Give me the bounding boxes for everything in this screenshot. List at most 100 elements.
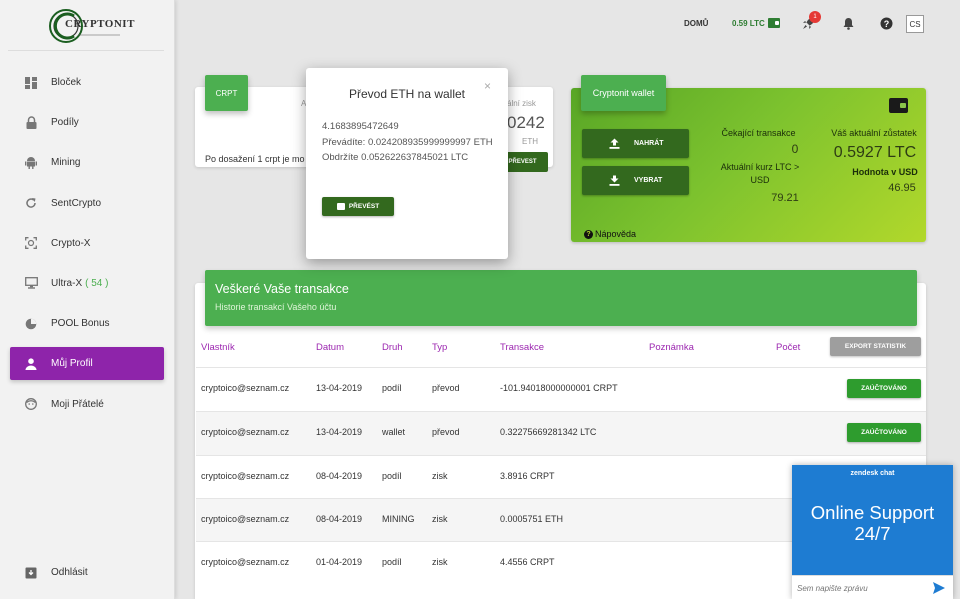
row-type: převod <box>432 427 460 437</box>
android-icon <box>24 156 38 170</box>
chat-title: Online Support 24/7 <box>810 502 935 544</box>
chat-input-bar <box>792 575 953 599</box>
withdraw-label: VYBRAT <box>634 177 663 184</box>
pie-chart-icon <box>24 317 38 331</box>
notification-count-badge: 1 <box>809 11 821 23</box>
sidebar-item-label: Mining <box>51 157 81 169</box>
convert-eth-modal: Převod ETH na wallet × 4.1683895472649 P… <box>306 68 508 259</box>
column-header-date: Datum <box>316 342 344 353</box>
column-header-kind: Druh <box>382 342 403 353</box>
sidebar-item-sentcrypto[interactable]: SentCrypto <box>10 187 164 220</box>
cryptonit-logo[interactable]: CRYPTONIT <box>48 6 134 46</box>
wallet-icon <box>889 98 908 113</box>
sidebar-item-pool-bonus[interactable]: POOL Bonus <box>10 307 164 340</box>
row-kind: MINING <box>382 514 415 524</box>
row-status-button[interactable]: ZAÚČTOVÁNO <box>847 423 921 442</box>
monitor-icon <box>24 276 38 290</box>
language-selector[interactable]: CS <box>906 15 924 33</box>
usd-value-label: Hodnota v USD <box>852 167 918 177</box>
row-type: zisk <box>432 514 448 524</box>
row-status-button[interactable]: ZAÚČTOVÁNO <box>847 379 921 398</box>
row-date: 01-04-2019 <box>316 557 363 567</box>
sidebar-item-label: Crypto-X <box>51 237 91 249</box>
download-icon <box>608 175 620 186</box>
column-header-owner: Vlastník <box>201 342 235 353</box>
sidebar-item-label: POOL Bonus <box>51 318 110 330</box>
sidebar-item-blocek[interactable]: Bloček <box>10 66 164 99</box>
modal-amount: 4.1683895472649 <box>322 121 399 132</box>
current-balance-value: 0.5927 LTC <box>833 144 917 161</box>
sidebar-item-podily[interactable]: Podíly <box>10 106 164 139</box>
row-amount: 4.4556 CRPT <box>500 557 555 567</box>
withdraw-button[interactable]: VYBRAT <box>582 166 689 195</box>
close-icon[interactable]: × <box>484 79 491 93</box>
row-kind: podíl <box>382 383 402 393</box>
current-balance-label: Váš aktuální zůstatek <box>831 128 917 138</box>
sidebar-item-crypto-x[interactable]: Crypto-X <box>10 227 164 260</box>
transactions-header: Veškeré Vaše transakce Historie transakc… <box>205 270 917 326</box>
sidebar-nav: Bloček Podíly Mining SentCrypto Crypto-X <box>10 66 164 428</box>
focus-icon <box>24 236 38 250</box>
sidebar-item-muj-profil[interactable]: Můj Profil <box>10 347 164 381</box>
send-icon[interactable] <box>932 581 946 595</box>
modal-receive-amount: Obdržíte 0.052622637845021 LTC <box>322 152 469 163</box>
logout-icon <box>24 566 38 580</box>
row-date: 13-04-2019 <box>316 383 363 393</box>
logo-divider <box>8 50 164 51</box>
sidebar-item-label: Můj Profil <box>51 358 93 370</box>
usd-value: 46.95 <box>888 182 916 194</box>
wallet-icon <box>336 203 345 210</box>
bell-icon[interactable] <box>840 15 856 31</box>
upload-icon <box>608 138 620 149</box>
crpt-card-header: CRPT <box>205 75 248 111</box>
ltc-balance-link[interactable]: 0.59 LTC <box>732 18 780 28</box>
modal-title: Převod ETH na wallet <box>348 87 466 101</box>
pending-transactions-value: 0 <box>791 142 799 156</box>
sidebar-item-label: Podíly <box>51 117 79 129</box>
sidebar-item-label: SentCrypto <box>51 197 102 209</box>
sidebar-item-moji-pratele[interactable]: Moji Přátelé <box>10 388 164 421</box>
sidebar-item-label: Bloček <box>51 77 82 88</box>
crpt-profit-unit: ETH <box>522 137 538 146</box>
row-owner: cryptoico@seznam.cz <box>201 383 290 393</box>
row-kind: podíl <box>382 471 402 481</box>
wallet-icon <box>767 18 780 28</box>
svg-text:?: ? <box>883 19 889 29</box>
modal-convert-button[interactable]: PŘEVÉST <box>322 197 394 216</box>
table-row: cryptoico@seznam.cz 13-04-2019 wallet př… <box>196 411 926 455</box>
row-owner: cryptoico@seznam.cz <box>201 514 290 524</box>
refresh-icon <box>24 196 38 210</box>
pending-transactions-label: Čekající transakce <box>721 128 796 138</box>
logout-button[interactable]: Odhlásit <box>10 556 164 589</box>
row-date: 13-04-2019 <box>316 427 363 437</box>
crpt-profit-value: 0242 <box>507 113 545 132</box>
ltc-balance-value: 0.59 LTC <box>732 18 765 28</box>
row-owner: cryptoico@seznam.cz <box>201 427 290 437</box>
ultra-x-count-badge: ( 54 ) <box>85 277 109 289</box>
row-type: převod <box>432 383 460 393</box>
logo-text: CRYPTONIT <box>65 18 135 30</box>
column-header-transaction: Transakce <box>500 342 544 353</box>
chat-message-input[interactable] <box>797 580 927 596</box>
row-amount: 0.0005751 ETH <box>500 514 564 524</box>
row-owner: cryptoico@seznam.cz <box>201 557 290 567</box>
row-type: zisk <box>432 557 448 567</box>
upload-button[interactable]: NAHRÁT <box>582 129 689 158</box>
support-chat-widget[interactable]: zendesk chat Online Support 24/7 <box>792 465 953 599</box>
wallet-help-link[interactable]: ? Nápověda <box>584 229 636 239</box>
export-statistics-button[interactable]: EXPORT STATISTIK <box>830 337 921 356</box>
sidebar-item-ultra-x[interactable]: Ultra-X ( 54 ) <box>10 267 164 300</box>
sidebar-item-label: Moji Přátelé <box>51 398 104 410</box>
column-header-note: Poznámka <box>649 342 694 353</box>
modal-convert-label: PŘEVÉST <box>348 203 380 210</box>
sidebar-item-mining[interactable]: Mining <box>10 146 164 179</box>
row-type: zisk <box>432 471 448 481</box>
chat-brand: zendesk chat <box>850 470 895 477</box>
ltc-rate-value: 79.21 <box>771 192 799 204</box>
row-date: 08-04-2019 <box>316 471 363 481</box>
logout-label: Odhlásit <box>51 567 88 578</box>
home-link[interactable]: DOMŮ <box>684 19 708 28</box>
help-icon[interactable]: ? <box>878 15 894 31</box>
column-header-type: Typ <box>432 342 448 353</box>
wallet-card-header: Cryptonit wallet <box>581 75 666 111</box>
